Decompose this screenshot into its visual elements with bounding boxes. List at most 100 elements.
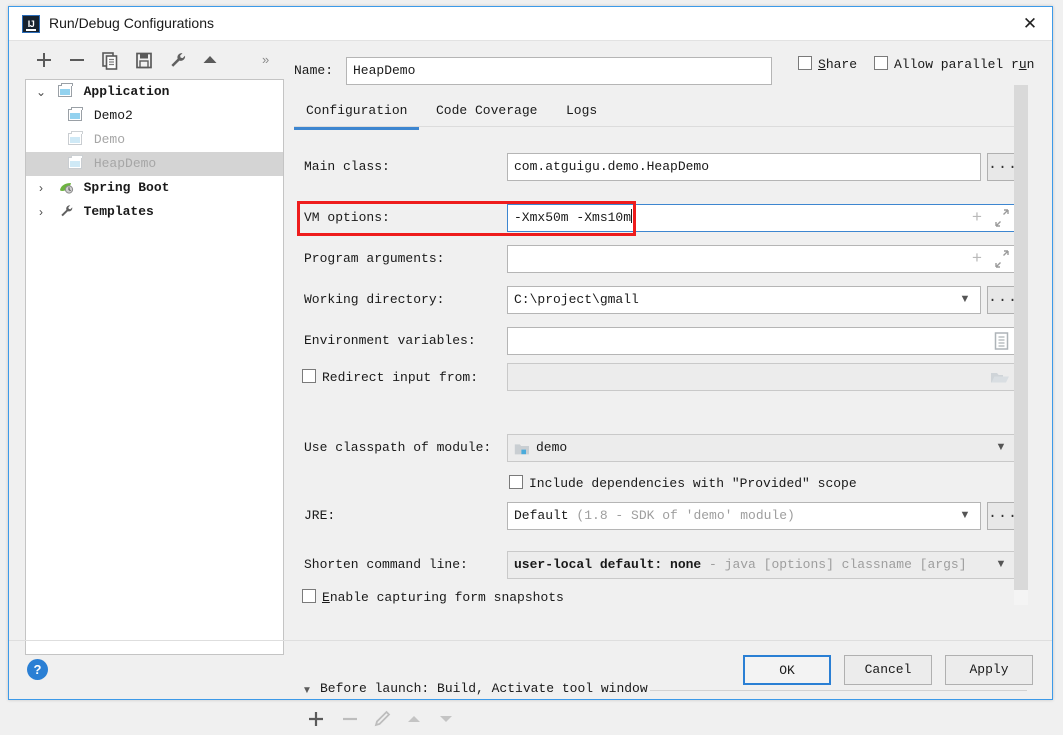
program-arguments-expand-icon[interactable]	[994, 246, 1010, 272]
main-class-input[interactable]: com.atguigu.demo.HeapDemo	[507, 153, 981, 181]
expander-icon[interactable]: ›	[32, 200, 50, 224]
editor-scrollbar-thumb[interactable]	[1014, 85, 1028, 590]
jre-label: JRE:	[304, 508, 336, 523]
toolbar-overflow-button[interactable]: »	[262, 52, 269, 67]
tree-node-templates[interactable]: › Templates	[26, 200, 283, 224]
logo-underbar	[26, 29, 36, 31]
cancel-button[interactable]: Cancel	[844, 655, 932, 685]
before-launch-remove-button	[338, 707, 362, 731]
run-debug-configurations-dialog: IJ Run/Debug Configurations ✕ » ⌄ Applic…	[8, 6, 1053, 727]
jre-select[interactable]: Default (1.8 - SDK of 'demo' module)	[507, 502, 981, 530]
before-launch-move-down-button	[434, 707, 458, 731]
copy-configuration-button[interactable]	[99, 49, 121, 71]
window-title: Run/Debug Configurations	[49, 15, 214, 31]
tree-node-label: Templates	[83, 204, 154, 219]
redirect-input-checkbox[interactable]: Redirect input from:	[302, 369, 478, 385]
vm-options-input[interactable]: -Xmx50m -Xms10m	[507, 204, 1015, 232]
editor-tabs: Configuration Code Coverage Logs	[293, 99, 1029, 130]
parallel-label-post: n	[1026, 57, 1035, 72]
tree-node-heapdemo[interactable]: HeapDemo	[26, 152, 283, 176]
redirect-input-field	[507, 363, 1015, 391]
working-directory-browse-button[interactable]: ...	[987, 286, 1017, 314]
shorten-command-line-value: user-local default: none	[514, 557, 702, 572]
checkbox-box[interactable]	[798, 56, 812, 70]
before-launch-toolbar	[304, 707, 704, 733]
program-arguments-input[interactable]	[507, 245, 1015, 273]
shorten-command-line-label: Shorten command line:	[304, 557, 468, 572]
tree-node-spring-boot[interactable]: › Spring Boot	[26, 176, 283, 200]
share-mnemonic: S	[818, 57, 826, 72]
tab-divider	[294, 126, 1027, 127]
chevron-down-icon[interactable]: ▼	[958, 502, 972, 530]
name-label: Name:	[294, 63, 334, 78]
program-arguments-row: Program arguments: +	[294, 245, 1027, 273]
ok-button[interactable]: OK	[743, 655, 831, 685]
module-icon	[514, 442, 530, 460]
tree-node-label: Spring Boot	[83, 180, 170, 195]
share-checkbox[interactable]: Share	[798, 56, 857, 72]
redirect-input-label: Redirect input from:	[322, 370, 479, 385]
tree-node-demo[interactable]: Demo	[26, 128, 283, 152]
configurations-tree[interactable]: ⌄ Application Demo2 Demo HeapDemo › Spri…	[25, 79, 284, 655]
tree-node-label: Application	[83, 84, 170, 99]
add-configuration-button[interactable]	[33, 49, 55, 71]
move-up-button[interactable]	[199, 49, 221, 71]
environment-variables-input[interactable]	[507, 327, 1015, 355]
checkbox-box[interactable]	[302, 369, 316, 383]
expander-icon[interactable]: ⌄	[32, 80, 50, 104]
close-icon[interactable]: ✕	[1012, 10, 1048, 38]
remove-configuration-button[interactable]	[66, 49, 88, 71]
checkbox-box[interactable]	[302, 589, 316, 603]
run-config-icon	[68, 106, 86, 130]
checkbox-box[interactable]	[509, 475, 523, 489]
apply-button[interactable]: Apply	[945, 655, 1033, 685]
save-configuration-button[interactable]	[133, 49, 155, 71]
working-directory-input[interactable]: C:\project\gmall	[507, 286, 981, 314]
vm-options-expand-icon[interactable]	[994, 205, 1010, 231]
logo-text: IJ	[27, 19, 35, 29]
parallel-label-pre: Allow parallel r	[894, 57, 1019, 72]
shorten-command-line-row: Shorten command line: user-local default…	[294, 551, 1027, 579]
include-dependencies-label: Include dependencies with "Provided" sco…	[529, 476, 857, 491]
jre-value: Default	[514, 508, 569, 523]
classpath-module-value: demo	[536, 440, 568, 455]
expander-icon[interactable]: ›	[32, 176, 50, 200]
tree-node-demo2[interactable]: Demo2	[26, 104, 283, 128]
help-button[interactable]: ?	[27, 659, 48, 680]
classpath-module-select[interactable]: demo	[507, 434, 1015, 462]
spring-leaf-icon	[58, 178, 76, 202]
tab-logs[interactable]: Logs	[566, 99, 597, 127]
before-launch-add-button[interactable]	[304, 707, 328, 731]
include-dependencies-checkbox[interactable]: Include dependencies with "Provided" sco…	[509, 475, 857, 491]
program-arguments-add-icon[interactable]: +	[972, 245, 982, 271]
chevron-down-icon[interactable]: ▼	[994, 551, 1008, 579]
classpath-module-row: Use classpath of module: demo ▼	[294, 434, 1027, 462]
title-bar: IJ Run/Debug Configurations ✕	[9, 7, 1052, 41]
name-input[interactable]: HeapDemo	[346, 57, 772, 85]
vm-options-value: -Xmx50m -Xms10m	[514, 210, 632, 225]
checkbox-box[interactable]	[874, 56, 888, 70]
chevron-down-icon[interactable]: ▼	[958, 286, 972, 314]
jre-row: JRE: Default (1.8 - SDK of 'demo' module…	[294, 502, 1027, 530]
vm-options-row: VM options: -Xmx50m -Xms10m +	[294, 204, 1027, 232]
main-class-browse-button[interactable]: ...	[987, 153, 1017, 181]
chevron-down-icon[interactable]: ▼	[994, 434, 1008, 462]
jre-browse-button[interactable]: ...	[987, 502, 1017, 530]
tree-node-label: HeapDemo	[93, 156, 157, 171]
vm-options-add-icon[interactable]: +	[972, 204, 982, 230]
classpath-module-label: Use classpath of module:	[304, 440, 492, 455]
enable-snapshots-checkbox[interactable]: Enable capturing form snapshots	[302, 589, 564, 605]
environment-variables-edit-icon[interactable]	[994, 332, 1009, 354]
environment-variables-row: Environment variables:	[294, 327, 1027, 355]
wrench-icon[interactable]	[167, 49, 189, 71]
environment-variables-label: Environment variables:	[304, 333, 476, 348]
allow-parallel-run-checkbox[interactable]: Allow parallel run	[874, 56, 1034, 72]
module-icon	[57, 82, 76, 106]
tree-node-label: Demo	[93, 132, 126, 147]
tree-node-application[interactable]: ⌄ Application	[26, 80, 283, 104]
main-class-row: Main class: com.atguigu.demo.HeapDemo ..…	[294, 153, 1027, 181]
tab-configuration[interactable]: Configuration	[293, 99, 420, 130]
tab-code-coverage[interactable]: Code Coverage	[436, 99, 537, 127]
shorten-command-line-select[interactable]: user-local default: none - java [options…	[507, 551, 1015, 579]
configuration-form: Main class: com.atguigu.demo.HeapDemo ..…	[294, 129, 1027, 727]
